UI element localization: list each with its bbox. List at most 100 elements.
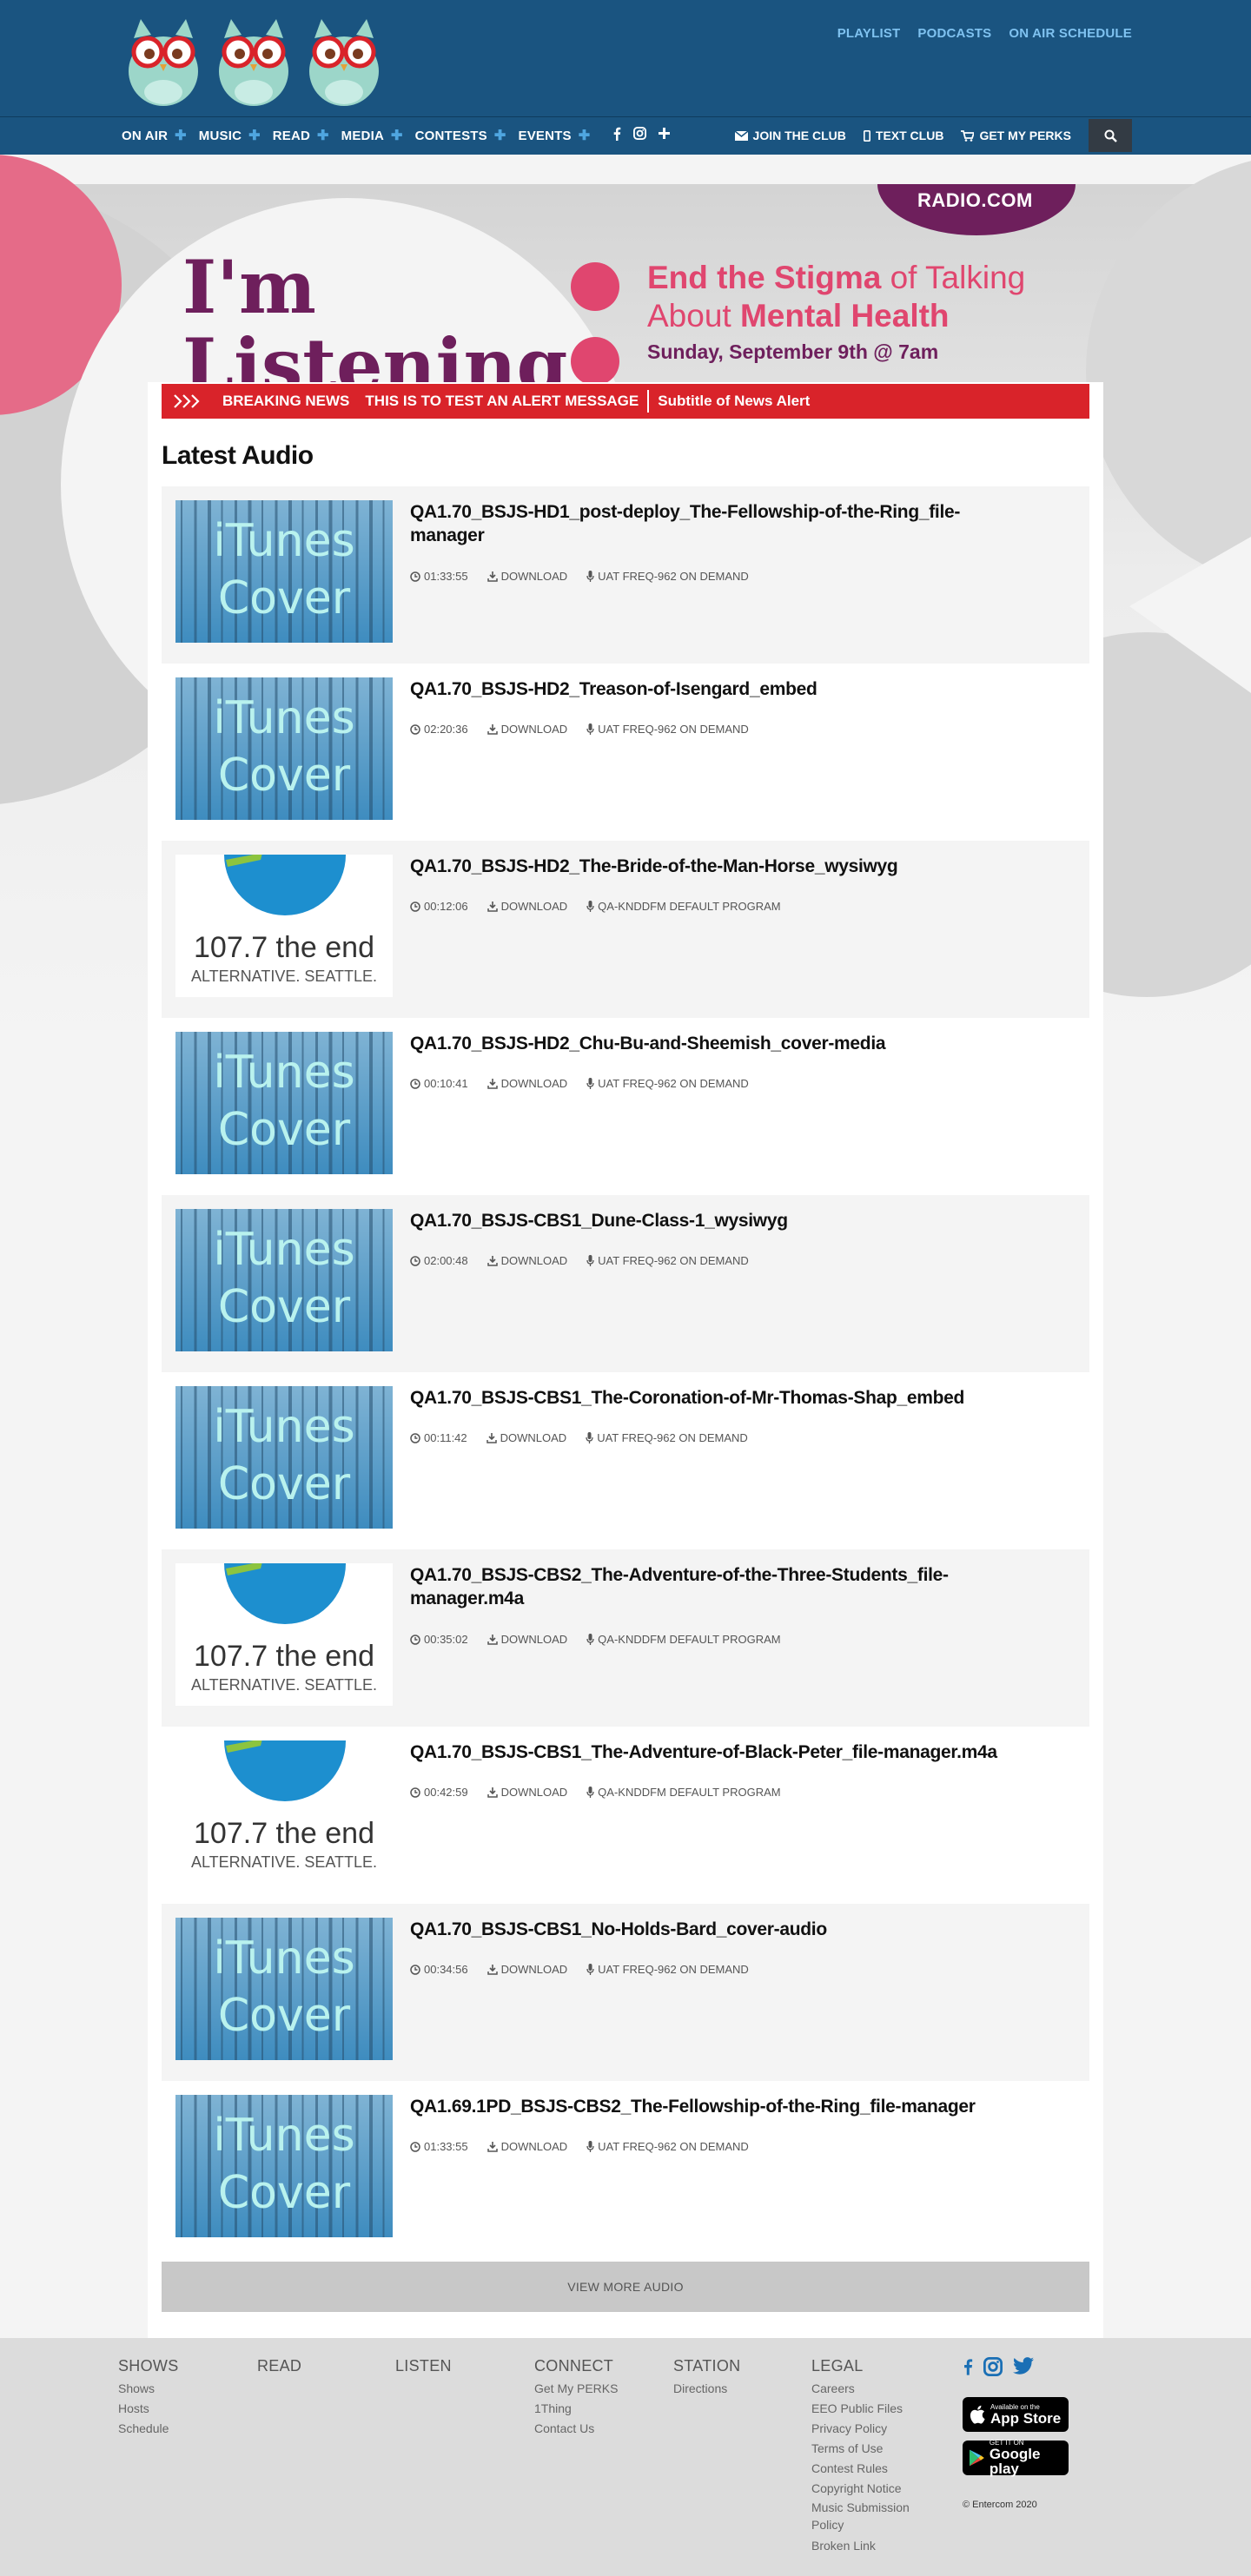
download-link[interactable]: DOWNLOAD	[486, 1077, 567, 1090]
program-link[interactable]: QA-KNDDFM DEFAULT PROGRAM	[586, 900, 781, 913]
itunes-cover-thumbnail[interactable]: iTunes Cover	[175, 2095, 393, 2237]
footer-link[interactable]: Terms of Use	[811, 2439, 923, 2459]
audio-item[interactable]: 107.7 the end ALTERNATIVE. SEATTLE. QA1.70…	[162, 841, 1089, 1018]
podcasts-link[interactable]: PODCASTS	[917, 26, 991, 41]
download-link[interactable]: DOWNLOAD	[486, 1431, 566, 1444]
audio-title[interactable]: QA1.70_BSJS-HD2_Treason-of-Isengard_embe…	[410, 677, 1018, 701]
google-play-badge[interactable]: GET IT ON Google play	[963, 2440, 1069, 2476]
footer-column-heading[interactable]: LISTEN	[395, 2357, 452, 2375]
audio-title[interactable]: QA1.69.1PD_BSJS-CBS2_The-Fellowship-of-t…	[410, 2095, 1018, 2118]
footer-link[interactable]: Contest Rules	[811, 2459, 923, 2479]
the-end-logo-thumbnail[interactable]: 107.7 the end ALTERNATIVE. SEATTLE.	[175, 855, 393, 997]
audio-title[interactable]: QA1.70_BSJS-HD2_The-Bride-of-the-Man-Hor…	[410, 855, 1018, 878]
footer-column-heading[interactable]: STATION	[673, 2357, 740, 2375]
itunes-cover-thumbnail[interactable]: iTunes Cover	[175, 500, 393, 643]
more-plus-icon[interactable]	[659, 128, 671, 143]
view-more-audio-button[interactable]: VIEW MORE AUDIO	[162, 2262, 1089, 2312]
program-link[interactable]: UAT FREQ-962 ON DEMAND	[586, 1077, 749, 1090]
nav-item-music[interactable]: MUSIC ✚	[199, 127, 261, 144]
footer-link[interactable]: Contact Us	[534, 2419, 618, 2439]
footer-link[interactable]: Shows	[118, 2379, 179, 2399]
audio-title[interactable]: QA1.70_BSJS-CBS1_The-Coronation-of-Mr-Th…	[410, 1386, 1018, 1410]
audio-meta: 01:33:55 DOWNLOAD UAT FREQ-962 ON DEMAND	[410, 570, 749, 583]
program-link[interactable]: QA-KNDDFM DEFAULT PROGRAM	[586, 1633, 781, 1646]
nav-item-contests[interactable]: CONTESTS ✚	[415, 127, 506, 144]
audio-item[interactable]: iTunes Cover QA1.70_BSJS-CBS1_Dune-Class-1…	[162, 1195, 1089, 1372]
footer-link[interactable]: Hosts	[118, 2399, 179, 2419]
text-club-link[interactable]: TEXT CLUB	[863, 129, 943, 142]
the-end-logo-thumbnail[interactable]: 107.7 the end ALTERNATIVE. SEATTLE.	[175, 1740, 393, 1883]
audio-item[interactable]: 107.7 the end ALTERNATIVE. SEATTLE. QA1.70…	[162, 1549, 1089, 1727]
itunes-cover-thumbnail[interactable]: iTunes Cover	[175, 1918, 393, 2060]
program-link[interactable]: UAT FREQ-962 ON DEMAND	[586, 723, 749, 736]
hero-banner[interactable]: RADIO.COM I'm Listening End the Stigma o…	[0, 184, 1251, 393]
footer-link[interactable]: Schedule	[118, 2419, 179, 2439]
audio-title[interactable]: QA1.70_BSJS-HD2_Chu-Bu-and-Sheemish_cove…	[410, 1032, 1018, 1055]
download-link[interactable]: DOWNLOAD	[486, 570, 567, 583]
footer-column-heading[interactable]: CONNECT	[534, 2357, 618, 2375]
footer-link[interactable]: Broken Link	[811, 2536, 923, 2556]
audio-item[interactable]: iTunes Cover QA1.69.1PD_BSJS-CBS2_The-Fell…	[162, 2081, 1089, 2258]
footer-column-heading[interactable]: READ	[257, 2357, 301, 2375]
footer-link[interactable]: Careers	[811, 2379, 923, 2399]
nav-item-media[interactable]: MEDIA ✚	[341, 127, 403, 144]
itunes-cover-thumbnail[interactable]: iTunes Cover	[175, 1032, 393, 1174]
tagline-text: of Talking	[881, 260, 1026, 295]
program-link[interactable]: UAT FREQ-962 ON DEMAND	[586, 570, 749, 583]
download-link[interactable]: DOWNLOAD	[486, 1254, 567, 1267]
itunes-cover-thumbnail[interactable]: iTunes Cover	[175, 1386, 393, 1529]
program-link[interactable]: UAT FREQ-962 ON DEMAND	[586, 1431, 748, 1444]
nav-item-on-air[interactable]: ON AIR ✚	[122, 127, 187, 144]
facebook-icon[interactable]	[612, 127, 621, 145]
audio-item[interactable]: iTunes Cover QA1.70_BSJS-CBS1_No-Holds-Bar…	[162, 1904, 1089, 2081]
app-store-badge[interactable]: Available on the App Store	[963, 2397, 1069, 2432]
the-end-logo-thumbnail[interactable]: 107.7 the end ALTERNATIVE. SEATTLE.	[175, 1563, 393, 1706]
join-the-club-link[interactable]: JOIN THE CLUB	[734, 129, 846, 142]
footer-link[interactable]: Music Submission Policy	[811, 2499, 923, 2533]
footer-link[interactable]: EEO Public Files	[811, 2399, 923, 2419]
program-link[interactable]: UAT FREQ-962 ON DEMAND	[586, 2140, 749, 2153]
audio-title[interactable]: QA1.70_BSJS-CBS1_The-Adventure-of-Black-…	[410, 1740, 1018, 1764]
breaking-news-bar[interactable]: BREAKING NEWS THIS IS TO TEST AN ALERT M…	[162, 384, 1089, 419]
audio-title[interactable]: QA1.70_BSJS-CBS1_No-Holds-Bard_cover-aud…	[410, 1918, 1018, 1941]
on-air-schedule-link[interactable]: ON AIR SCHEDULE	[1009, 26, 1132, 41]
nav-item-events[interactable]: EVENTS ✚	[518, 127, 590, 144]
audio-title[interactable]: QA1.70_BSJS-CBS1_Dune-Class-1_wysiwyg	[410, 1209, 1018, 1232]
download-link[interactable]: DOWNLOAD	[486, 900, 567, 913]
footer-link[interactable]: Copyright Notice	[811, 2479, 923, 2499]
instagram-icon[interactable]	[633, 127, 647, 144]
plus-icon: ✚	[493, 129, 506, 143]
footer-column-heading[interactable]: LEGAL	[811, 2357, 923, 2375]
playlist-link[interactable]: PLAYLIST	[837, 26, 901, 41]
download-link[interactable]: DOWNLOAD	[486, 723, 567, 736]
program-link[interactable]: UAT FREQ-962 ON DEMAND	[586, 1963, 749, 1976]
download-link[interactable]: DOWNLOAD	[486, 1633, 567, 1646]
nav-item-read[interactable]: READ ✚	[273, 127, 329, 144]
instagram-icon[interactable]	[983, 2357, 1003, 2381]
search-button[interactable]	[1089, 119, 1132, 152]
program-link[interactable]: QA-KNDDFM DEFAULT PROGRAM	[586, 1786, 781, 1799]
footer-link[interactable]: Directions	[673, 2379, 740, 2399]
download-link[interactable]: DOWNLOAD	[486, 2140, 567, 2153]
footer-link[interactable]: Privacy Policy	[811, 2419, 923, 2439]
footer-link[interactable]: Get My PERKS	[534, 2379, 618, 2399]
program-link[interactable]: UAT FREQ-962 ON DEMAND	[586, 1254, 749, 1267]
twitter-icon[interactable]	[1013, 2357, 1034, 2381]
get-my-perks-link[interactable]: GET MY PERKS	[961, 129, 1071, 142]
itunes-cover-thumbnail[interactable]: iTunes Cover	[175, 1209, 393, 1351]
download-link[interactable]: DOWNLOAD	[486, 1786, 567, 1799]
audio-title[interactable]: QA1.70_BSJS-HD1_post-deploy_The-Fellowsh…	[410, 500, 1018, 547]
audio-title[interactable]: QA1.70_BSJS-CBS2_The-Adventure-of-the-Th…	[410, 1563, 1018, 1610]
itunes-cover-thumbnail[interactable]: iTunes Cover	[175, 677, 393, 820]
footer-column-heading[interactable]: SHOWS	[118, 2357, 179, 2375]
footer-link[interactable]: 1Thing	[534, 2399, 618, 2419]
facebook-icon[interactable]	[963, 2357, 973, 2381]
audio-item[interactable]: iTunes Cover QA1.70_BSJS-HD2_Chu-Bu-and-Sh…	[162, 1018, 1089, 1195]
duration-text: 02:00:48	[424, 1254, 468, 1267]
audio-item[interactable]: iTunes Cover QA1.70_BSJS-CBS1_The-Coronati…	[162, 1372, 1089, 1549]
audio-item[interactable]: iTunes Cover QA1.70_BSJS-HD2_Treason-of-Is…	[162, 664, 1089, 841]
site-logo[interactable]	[122, 12, 391, 108]
audio-item[interactable]: 107.7 the end ALTERNATIVE. SEATTLE. QA1.70…	[162, 1727, 1089, 1904]
audio-item[interactable]: iTunes Cover QA1.70_BSJS-HD1_post-deploy_T…	[162, 486, 1089, 664]
download-link[interactable]: DOWNLOAD	[486, 1963, 567, 1976]
